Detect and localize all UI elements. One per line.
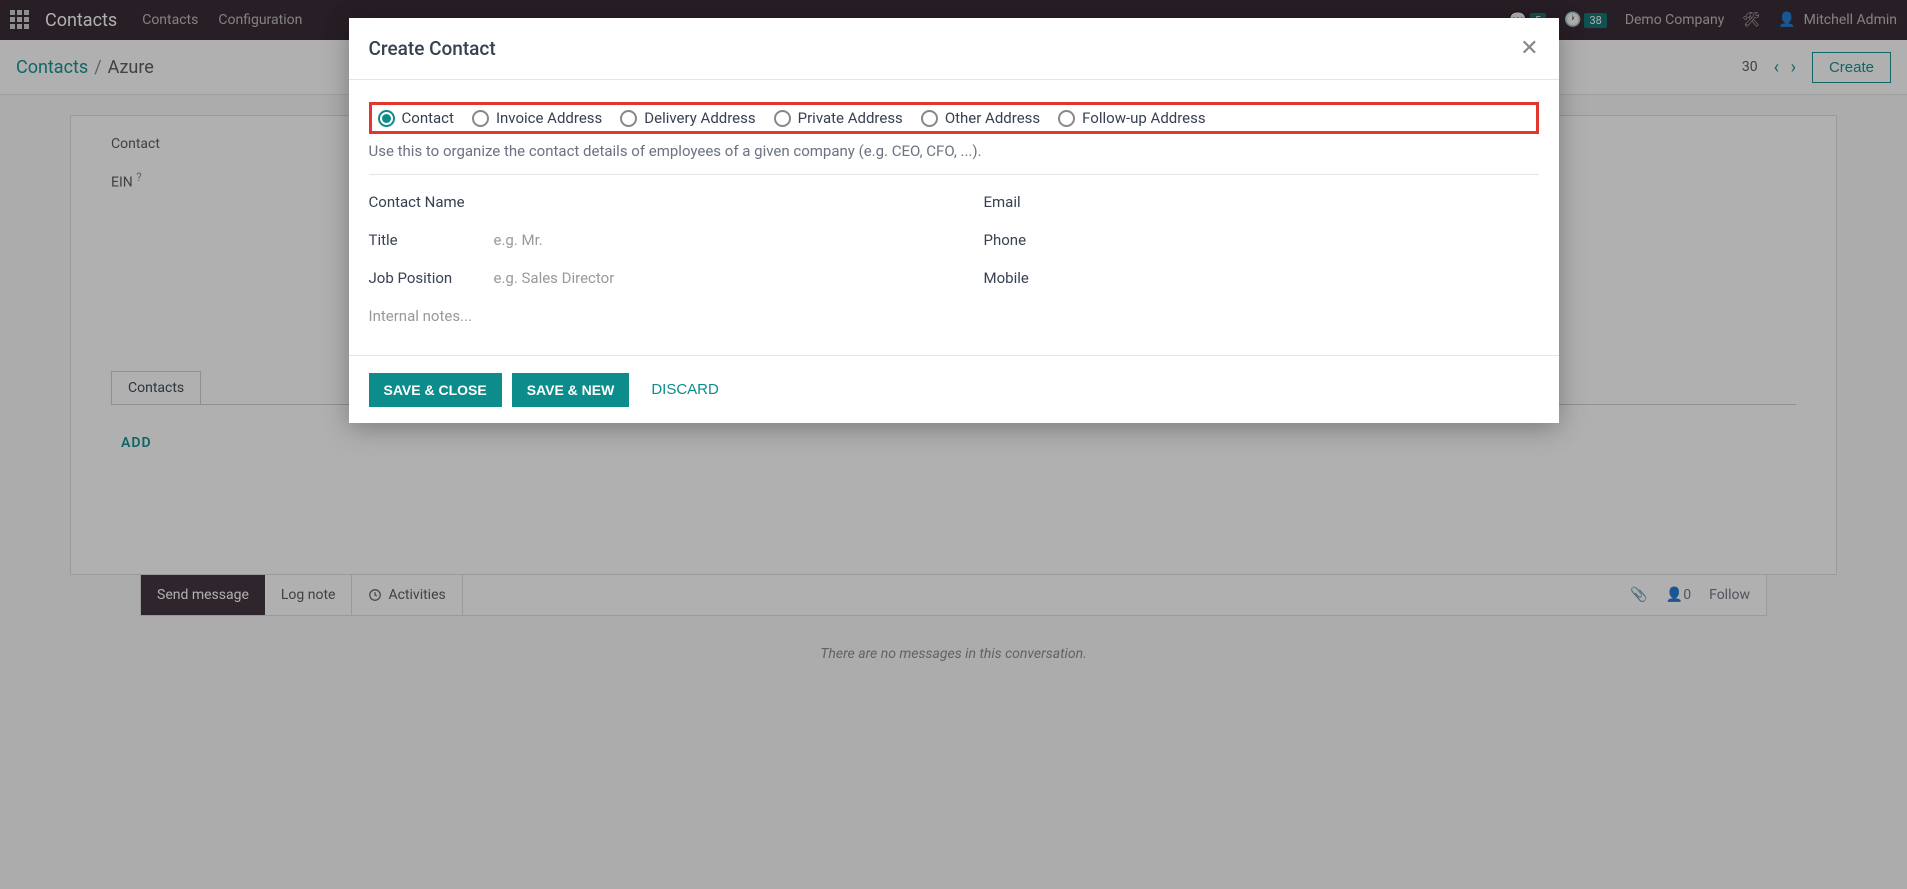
radio-contact[interactable]: Contact [378, 109, 454, 127]
divider [369, 174, 1539, 175]
save-close-button[interactable]: SAVE & CLOSE [369, 373, 502, 407]
modal-header: Create Contact ✕ [349, 18, 1559, 80]
radio-dot-icon [378, 110, 395, 127]
modal-title: Create Contact [369, 37, 496, 60]
label-email: Email [984, 193, 1109, 211]
form-right-col: Email Phone Mobile [984, 193, 1539, 325]
radio-dot-icon [472, 110, 489, 127]
job-position-input[interactable]: e.g. Sales Director [494, 269, 924, 287]
label-contact-name: Contact Name [369, 193, 494, 211]
radio-dot-icon [774, 110, 791, 127]
label-mobile: Mobile [984, 269, 1109, 287]
internal-notes-input[interactable]: Internal notes... [369, 307, 924, 325]
label-title: Title [369, 231, 494, 249]
radio-dot-icon [620, 110, 637, 127]
modal-overlay: Create Contact ✕ Contact Invoice Address… [0, 0, 1907, 889]
radio-dot-icon [1058, 110, 1075, 127]
radio-help-text: Use this to organize the contact details… [369, 142, 1539, 160]
label-phone: Phone [984, 231, 1109, 249]
discard-button[interactable]: DISCARD [639, 372, 731, 407]
label-job-position: Job Position [369, 269, 494, 287]
title-input[interactable]: e.g. Mr. [494, 231, 924, 249]
form-left-col: Contact Name Titlee.g. Mr. Job Positione… [369, 193, 924, 325]
close-icon[interactable]: ✕ [1520, 36, 1538, 61]
radio-delivery-address[interactable]: Delivery Address [620, 109, 755, 127]
contact-type-radios: Contact Invoice Address Delivery Address… [369, 102, 1539, 134]
radio-other-address[interactable]: Other Address [921, 109, 1040, 127]
radio-invoice-address[interactable]: Invoice Address [472, 109, 602, 127]
create-contact-modal: Create Contact ✕ Contact Invoice Address… [349, 18, 1559, 423]
radio-private-address[interactable]: Private Address [774, 109, 903, 127]
save-new-button[interactable]: SAVE & NEW [512, 373, 630, 407]
modal-footer: SAVE & CLOSE SAVE & NEW DISCARD [349, 355, 1559, 423]
radio-dot-icon [921, 110, 938, 127]
radio-followup-address[interactable]: Follow-up Address [1058, 109, 1205, 127]
